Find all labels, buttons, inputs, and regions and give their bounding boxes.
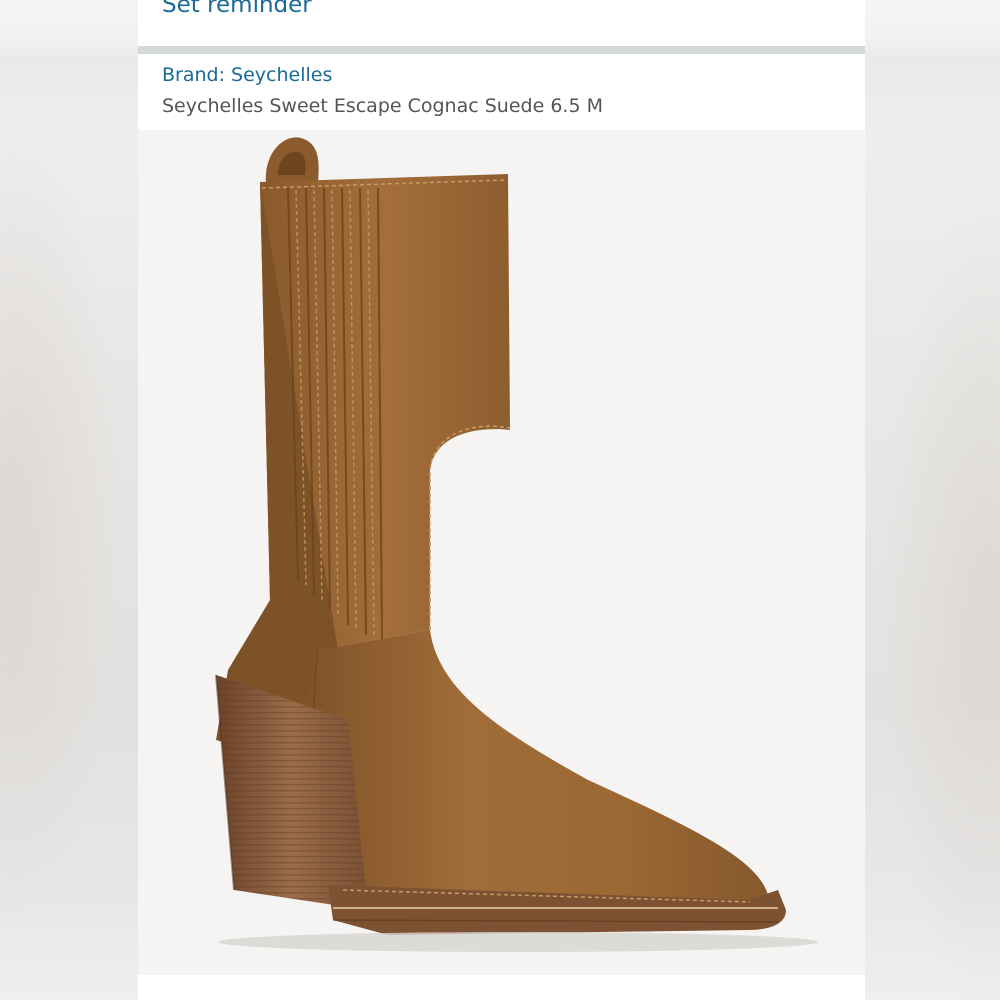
left-blurred-background	[0, 0, 138, 1000]
product-page: Set reminder Brand: Seychelles Seychelle…	[138, 0, 865, 1000]
product-image[interactable]	[138, 130, 865, 975]
bottom-strip	[138, 975, 865, 1000]
right-blurred-background	[865, 0, 1000, 1000]
brand-link[interactable]: Brand: Seychelles	[162, 64, 332, 86]
set-reminder-link[interactable]: Set reminder	[162, 0, 312, 18]
product-title: Seychelles Sweet Escape Cognac Suede 6.5…	[162, 95, 603, 117]
boot-photo-icon	[215, 137, 818, 952]
section-divider	[138, 46, 865, 54]
reminder-bar: Set reminder	[138, 0, 865, 46]
